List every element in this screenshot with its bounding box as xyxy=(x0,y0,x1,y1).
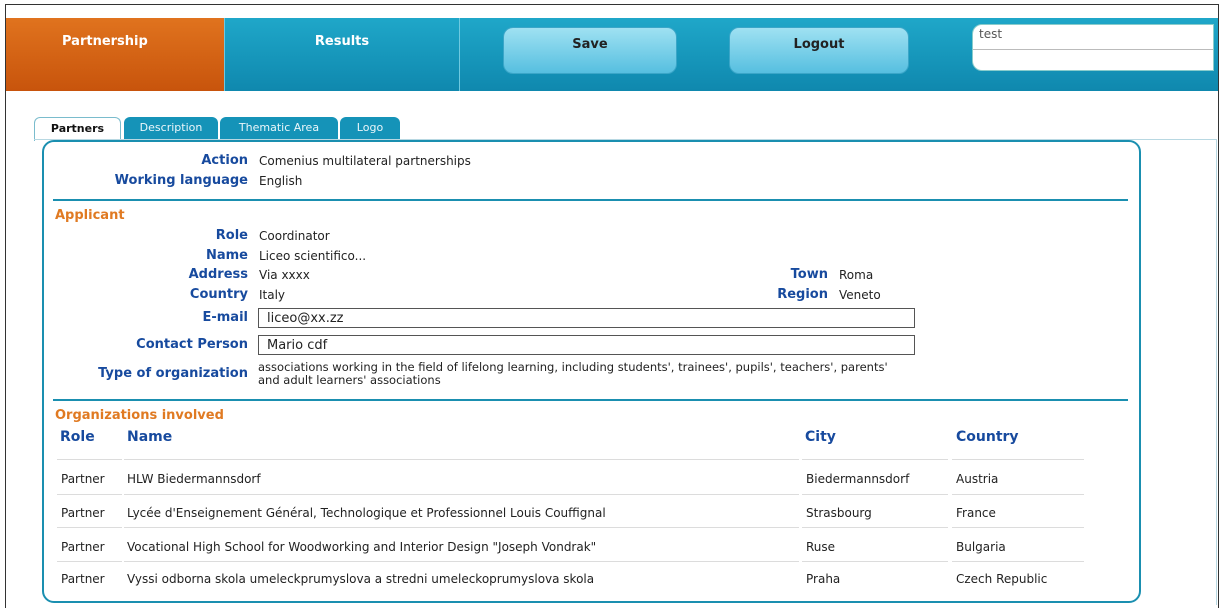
address-label: Address xyxy=(188,267,248,282)
section-divider xyxy=(53,199,1128,201)
country-value: Italy xyxy=(259,288,286,302)
row-divider xyxy=(952,494,1084,495)
row-divider xyxy=(802,561,948,562)
table-row-1-role: Partner xyxy=(61,472,105,486)
row-divider xyxy=(57,459,122,460)
table-row-1-country: Austria xyxy=(956,472,999,486)
region-value: Veneto xyxy=(839,288,881,302)
section-divider xyxy=(53,399,1128,401)
row-divider xyxy=(57,527,122,528)
tab-thematic-area[interactable]: Thematic Area xyxy=(220,117,338,139)
contact-person-field[interactable] xyxy=(258,335,915,355)
column-header-role: Role xyxy=(60,429,95,445)
row-divider xyxy=(124,494,799,495)
user-box xyxy=(972,24,1214,71)
tab-content-right-border xyxy=(1216,139,1217,605)
row-divider xyxy=(57,494,122,495)
row-divider xyxy=(124,561,799,562)
address-value: Via xxxx xyxy=(259,268,310,282)
role-value: Coordinator xyxy=(259,229,330,243)
save-button[interactable]: Save xyxy=(503,27,677,74)
name-label: Name xyxy=(205,248,248,263)
table-row-3-city: Ruse xyxy=(806,540,836,554)
row-divider xyxy=(802,527,948,528)
table-row-4-country: Czech Republic xyxy=(956,572,1048,586)
name-value: Liceo scientifico... xyxy=(259,249,367,263)
row-divider xyxy=(952,459,1084,460)
row-divider xyxy=(57,561,122,562)
nav-results[interactable]: Results xyxy=(224,18,460,91)
organization-type-value: associations working in the field of lif… xyxy=(258,361,888,387)
role-label: Role xyxy=(215,228,248,243)
town-value: Roma xyxy=(839,268,874,282)
email-label: E-mail xyxy=(202,310,248,325)
contact-person-label: Contact Person xyxy=(136,337,248,352)
table-row-2-city: Strasbourg xyxy=(806,506,872,520)
table-row-4-city: Praha xyxy=(806,572,841,586)
table-row-2-name: Lycée d'Enseignement Général, Technologi… xyxy=(127,506,606,520)
row-divider xyxy=(802,494,948,495)
organizations-section-title: Organizations involved xyxy=(55,408,224,423)
row-divider xyxy=(124,527,799,528)
column-header-name: Name xyxy=(127,429,173,445)
top-nav-bar: Partnership Results Save Logout xyxy=(6,18,1218,91)
table-row-3-country: Bulgaria xyxy=(956,540,1006,554)
row-divider xyxy=(952,561,1084,562)
country-label: Country xyxy=(189,287,248,302)
table-row-1-name: HLW Biedermannsdorf xyxy=(127,472,261,486)
organization-type-label: Type of organization xyxy=(98,366,248,381)
user-box-divider xyxy=(973,49,1213,50)
nav-partnership[interactable]: Partnership xyxy=(6,18,224,91)
table-row-3-name: Vocational High School for Woodworking a… xyxy=(127,540,597,554)
organization-type-line-2: and adult learners' associations xyxy=(258,373,441,387)
town-label: Town xyxy=(790,267,828,282)
working-language-label: Working language xyxy=(114,173,248,188)
email-field[interactable] xyxy=(258,308,915,328)
tab-description[interactable]: Description xyxy=(124,117,218,139)
table-row-2-country: France xyxy=(956,506,996,520)
tab-logo[interactable]: Logo xyxy=(340,117,400,139)
region-label: Region xyxy=(777,287,828,302)
row-divider xyxy=(802,459,948,460)
column-header-country: Country xyxy=(956,429,1019,445)
table-row-2-role: Partner xyxy=(61,506,105,520)
table-row-1-city: Biedermannsdorf xyxy=(806,472,910,486)
tab-partners[interactable]: Partners xyxy=(34,117,121,141)
table-row-4-name: Vyssi odborna skola umeleckprumyslova a … xyxy=(127,572,595,586)
table-row-4-role: Partner xyxy=(61,572,105,586)
applicant-section-title: Applicant xyxy=(55,208,125,223)
column-header-city: City xyxy=(805,429,836,445)
action-label: Action xyxy=(201,153,248,168)
working-language-value: English xyxy=(259,174,303,188)
action-value: Comenius multilateral partnerships xyxy=(259,154,471,168)
row-divider xyxy=(124,459,799,460)
user-input[interactable] xyxy=(979,27,1199,41)
table-row-3-role: Partner xyxy=(61,540,105,554)
logout-button[interactable]: Logout xyxy=(729,27,909,74)
row-divider xyxy=(952,527,1084,528)
